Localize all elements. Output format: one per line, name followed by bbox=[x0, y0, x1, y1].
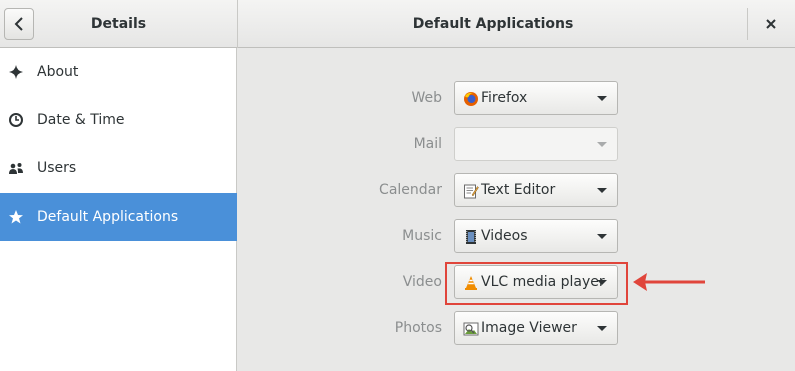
calendar-label: Calendar bbox=[379, 182, 442, 198]
music-app-combo[interactable]: Videos bbox=[454, 219, 618, 253]
sidebar-item-users[interactable]: Users bbox=[0, 144, 237, 192]
mail-label: Mail bbox=[413, 136, 442, 152]
users-icon bbox=[8, 160, 24, 176]
clock-icon bbox=[8, 112, 24, 128]
close-separator bbox=[747, 8, 748, 40]
header-bar: Details Default Applications bbox=[0, 0, 795, 48]
annotation-arrow-icon bbox=[633, 273, 705, 291]
text-editor-icon bbox=[464, 184, 479, 199]
image-viewer-icon bbox=[463, 322, 479, 336]
sidebar-item-label: Date & Time bbox=[37, 112, 125, 128]
calendar-app-name: Text Editor bbox=[481, 182, 556, 198]
sidebar-item-label: Users bbox=[37, 160, 77, 176]
star-sparkle-icon bbox=[8, 64, 24, 80]
music-label: Music bbox=[402, 228, 442, 244]
close-icon bbox=[766, 19, 776, 29]
mail-app-combo[interactable] bbox=[454, 127, 618, 161]
sidebar-item-date-time[interactable]: Date & Time bbox=[0, 96, 237, 144]
chevron-down-icon bbox=[597, 188, 607, 193]
firefox-icon bbox=[464, 92, 478, 106]
close-button[interactable] bbox=[756, 10, 786, 38]
sidebar-item-label: Default Applications bbox=[37, 209, 179, 225]
page-title: Default Applications bbox=[412, 16, 574, 32]
videos-icon bbox=[466, 230, 476, 244]
video-label: Video bbox=[402, 274, 442, 290]
sidebar-item-default-applications[interactable]: Default Applications bbox=[0, 193, 237, 241]
back-button[interactable] bbox=[4, 8, 34, 40]
web-app-combo[interactable]: Firefox bbox=[454, 81, 618, 115]
music-app-name: Videos bbox=[481, 228, 528, 244]
default-applications-panel: Web Firefox Mail Calendar Text Editor Mu… bbox=[238, 48, 795, 371]
web-app-name: Firefox bbox=[481, 90, 528, 106]
chevron-down-icon bbox=[597, 142, 607, 147]
chevron-down-icon bbox=[597, 234, 607, 239]
sidebar-item-about[interactable]: About bbox=[0, 48, 237, 96]
star-icon bbox=[8, 209, 24, 225]
chevron-down-icon bbox=[597, 96, 607, 101]
web-label: Web bbox=[411, 90, 442, 106]
sidebar: About Date & Time Users Default Applicat… bbox=[0, 48, 237, 371]
annotation-highlight-box bbox=[445, 262, 628, 305]
sidebar-item-label: About bbox=[37, 64, 79, 80]
chevron-down-icon bbox=[597, 326, 607, 331]
photos-app-combo[interactable]: Image Viewer bbox=[454, 311, 618, 345]
sidebar-title: Details bbox=[90, 16, 147, 32]
chevron-left-icon bbox=[14, 17, 23, 31]
calendar-app-combo[interactable]: Text Editor bbox=[454, 173, 618, 207]
photos-app-name: Image Viewer bbox=[481, 320, 577, 336]
photos-label: Photos bbox=[394, 320, 442, 336]
